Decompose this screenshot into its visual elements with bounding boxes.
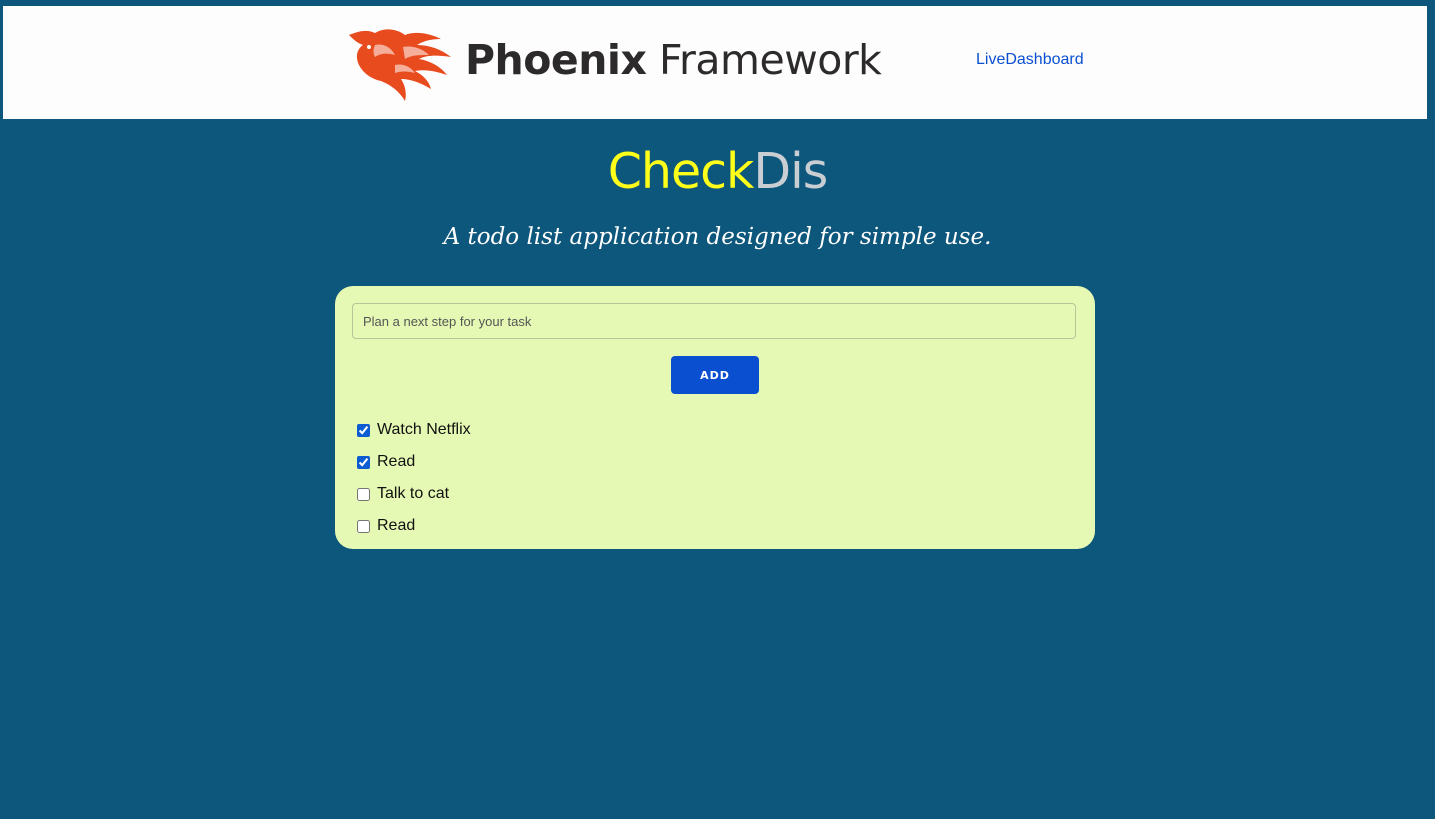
- todo-item: Talk to cat: [356, 478, 471, 510]
- todo-checkbox[interactable]: [357, 423, 370, 437]
- todo-checkbox[interactable]: [357, 487, 370, 501]
- todo-item: Watch Netflix: [356, 414, 471, 446]
- site-header: Phoenix Framework LiveDashboard: [3, 6, 1427, 119]
- todo-label: Watch Netflix: [377, 421, 471, 438]
- live-dashboard-link[interactable]: LiveDashboard: [976, 51, 1084, 69]
- todo-label: Read: [377, 517, 416, 534]
- phoenix-bird-icon: [345, 25, 453, 101]
- todo-checkbox[interactable]: [357, 455, 370, 469]
- add-button[interactable]: ADD: [671, 356, 759, 394]
- app-title: CheckDis: [0, 142, 1435, 202]
- todo-list: Watch Netflix Read Talk to cat Read: [356, 414, 471, 542]
- app-title-dis: Dis: [753, 143, 828, 200]
- tagline: A todo list application designed for sim…: [443, 224, 992, 250]
- todo-item: Read: [356, 446, 471, 478]
- todo-item: Read: [356, 510, 471, 542]
- todo-card: ADD Watch Netflix Read Talk to cat Read: [335, 286, 1095, 549]
- todo-checkbox[interactable]: [357, 519, 370, 533]
- todo-label: Talk to cat: [377, 485, 450, 502]
- app-title-check: Check: [607, 143, 755, 200]
- todo-label: Read: [377, 453, 416, 470]
- logo-text-bold: Phoenix: [465, 36, 647, 84]
- task-input[interactable]: [352, 303, 1076, 339]
- logo-text-regular: Framework: [658, 36, 882, 84]
- phoenix-logo[interactable]: Phoenix Framework: [345, 24, 885, 102]
- logo-wordmark: Phoenix Framework: [465, 36, 882, 84]
